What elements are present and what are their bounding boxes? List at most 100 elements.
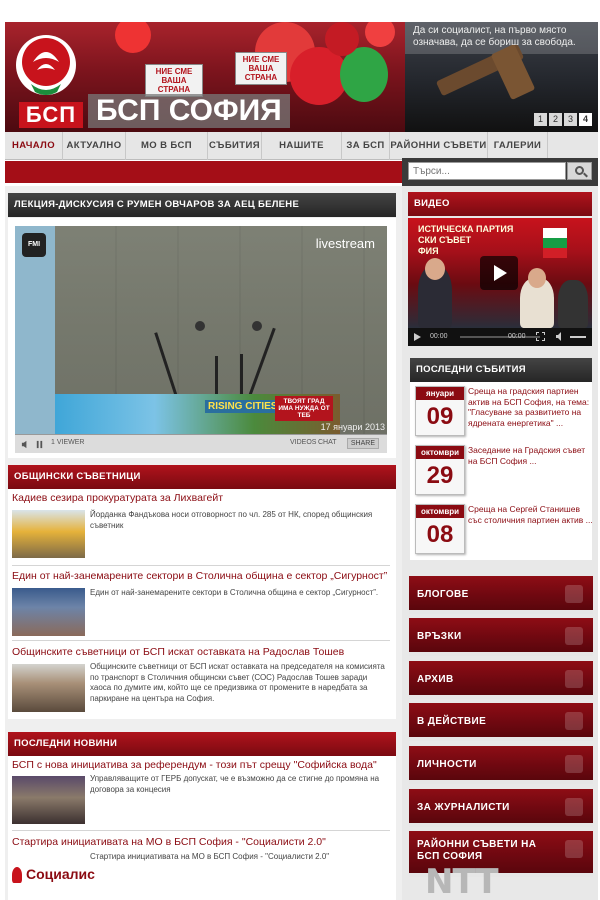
video-ad-overlay[interactable]: RISING CITIES ТВОЯТ ГРАД ИМА НУЖДА ОТ ТЕ… (55, 394, 340, 434)
slider-page-button[interactable]: 3 (564, 113, 577, 126)
article-thumbnail[interactable] (12, 664, 85, 712)
calendar-icon: януари 09 (415, 386, 465, 436)
video-date: 17 януари 2013 (320, 422, 385, 432)
slider-page-button[interactable]: 4 (579, 113, 592, 126)
player-controls: 1 VIEWER VIDEOS CHAT SHARE (15, 434, 387, 453)
event-day: 09 (426, 403, 454, 430)
divider (12, 640, 390, 641)
nav-item[interactable]: НАЧАЛО (5, 132, 63, 160)
video-heading: ВИДЕО (408, 192, 592, 216)
play-button[interactable] (480, 256, 518, 290)
rose-icon (565, 755, 583, 773)
event-title[interactable]: Заседание на Градския съвет на БСП София… (468, 445, 596, 466)
nav-item[interactable]: НАШИТЕ ЛИДЕРИ (262, 132, 342, 179)
event-month: януари (416, 387, 464, 400)
socialisti-logo[interactable]: Социалис (12, 866, 95, 884)
event-day: 29 (426, 462, 454, 489)
menu-label: ВРЪЗКИ (417, 631, 462, 642)
protest-banner: НИЕ СМЕ ВАША СТРАНА (145, 64, 203, 97)
nav-item[interactable]: АКТУАЛНО (63, 132, 126, 160)
article-title[interactable]: Един от най-занемарените сектори в Столи… (12, 570, 387, 582)
sidebar-video-frame[interactable]: ИСТИЧЕСКА ПАРТИЯ СКИ СЪВЕТ ФИЯ (408, 218, 592, 328)
ad-note: ТВОЯТ ГРАД ИМА НУЖДА ОТ ТЕБ (275, 396, 333, 421)
event-month: октомври (416, 446, 464, 459)
socialisti-logo-text: Социалис (26, 866, 95, 882)
video-time-current: 00:00 (430, 333, 448, 340)
menu-archive[interactable]: АРХИВ (409, 661, 593, 699)
menu-links[interactable]: ВРЪЗКИ (409, 618, 593, 656)
link-icon (565, 627, 583, 645)
videos-tab[interactable]: VIDEOS (290, 439, 316, 446)
rose-icon (565, 712, 583, 730)
divider (12, 565, 390, 566)
nav-item[interactable]: РАЙОННИ СЪВЕТИ (390, 132, 488, 160)
event-item[interactable]: януари 09 Среща на градския партиен акти… (415, 386, 593, 436)
nav-item[interactable]: СЪБИТИЯ (208, 132, 262, 160)
video-player[interactable]: FMI livestream RISING CITIES ТВОЯТ ГРАД … (15, 226, 387, 453)
event-title[interactable]: Среща на Сергей Станишев със столичния п… (468, 504, 596, 525)
event-item[interactable]: октомври 29 Заседание на Градския съвет … (415, 445, 593, 495)
menu-in-action[interactable]: В ДЕЙСТВИЕ (409, 703, 593, 741)
slider-page-button[interactable]: 1 (534, 113, 547, 126)
divider (12, 830, 390, 831)
archive-icon (565, 670, 583, 688)
nav-item[interactable]: ГАЛЕРИИ (488, 132, 548, 160)
councilors-heading: ОБЩИНСКИ СЪВЕТНИЦИ (8, 465, 396, 489)
search-button[interactable] (567, 162, 592, 180)
calendar-icon: октомври 08 (415, 504, 465, 554)
rose-icon (565, 840, 583, 858)
article-title[interactable]: Стартира инициативата на МО в БСП София … (12, 836, 326, 848)
search-input[interactable] (408, 162, 566, 180)
fullscreen-icon[interactable] (536, 332, 545, 341)
lecture-heading: ЛЕКЦИЯ-ДИСКУСИЯ С РУМЕН ОВЧАРОВ ЗА АЕЦ Б… (8, 193, 396, 217)
viewer-count: 1 VIEWER (51, 439, 85, 446)
volume-icon[interactable] (21, 440, 30, 449)
menu-label: АРХИВ (417, 674, 454, 685)
events-heading: ПОСЛЕДНИ СЪБИТИЯ (410, 358, 592, 382)
speech-bubble-icon (565, 585, 583, 603)
menu-label: БЛОГОВЕ (417, 589, 469, 600)
nav-subbar (5, 161, 402, 183)
article-thumbnail[interactable] (12, 588, 85, 636)
pause-icon[interactable] (35, 440, 44, 449)
article-summary: Общинските съветници от БСП искат оставк… (90, 662, 385, 703)
menu-journalists[interactable]: ЗА ЖУРНАЛИСТИ (409, 789, 593, 827)
article-title[interactable]: Общинските съветници от БСП искат оставк… (12, 646, 344, 658)
play-icon[interactable] (414, 333, 421, 341)
slider-page-button[interactable]: 2 (549, 113, 562, 126)
nav-item[interactable]: ЗА БСП (342, 132, 390, 160)
video-scene-text: ИСТИЧЕСКА ПАРТИЯ СКИ СЪВЕТ ФИЯ (418, 224, 514, 256)
bsp-logo[interactable]: БСП (11, 32, 83, 128)
volume-icon[interactable] (556, 332, 566, 341)
article-summary: Управляващите от ГЕРБ допускат, че е въз… (90, 774, 380, 794)
article-thumbnail[interactable] (12, 776, 85, 824)
rose-icon (12, 867, 22, 884)
ntt-watermark: NTT (425, 862, 499, 900)
menu-blogs[interactable]: БЛОГОВЕ (409, 576, 593, 614)
menu-label: В ДЕЙСТВИЕ (417, 716, 487, 727)
video-time-total: 00:00 (508, 333, 526, 340)
menu-label: ЛИЧНОСТИ (417, 759, 477, 770)
sidebar-video-player[interactable]: ИСТИЧЕСКА ПАРТИЯ СКИ СЪВЕТ ФИЯ 00:00 00:00 (408, 218, 592, 346)
header-slider: Да си социалист, на първо място означава… (405, 22, 598, 132)
logo-text: БСП (19, 102, 83, 128)
flag-image (543, 228, 567, 258)
menu-personalities[interactable]: ЛИЧНОСТИ (409, 746, 593, 784)
article-title[interactable]: БСП с нова инициатива за референдум - то… (12, 759, 377, 771)
article-thumbnail[interactable] (12, 510, 85, 558)
article-title[interactable]: Кадиев сезира прокуратурата за Лихвагейт (12, 492, 223, 504)
channel-badge: FMI (22, 233, 46, 257)
calendar-icon: октомври 29 (415, 445, 465, 495)
share-button[interactable]: SHARE (346, 438, 379, 449)
livestream-logo: livestream (315, 236, 375, 251)
site-header: НИЕ СМЕ ВАША СТРАНА НИЕ СМЕ ВАША СТРАНА … (5, 22, 598, 132)
main-navigation: НАЧАЛОАКТУАЛНОМО В БСП СОФИЯСЪБИТИЯНАШИТ… (5, 132, 598, 179)
site-title: БСП СОФИЯ (88, 94, 290, 128)
menu-label: РАЙОННИ СЪВЕТИ НА БСП СОФИЯ (417, 839, 537, 862)
sidebar-video-controls: 00:00 00:00 (408, 328, 592, 346)
event-item[interactable]: октомври 08 Среща на Сергей Станишев със… (415, 504, 593, 554)
chat-tab[interactable]: CHAT (318, 439, 337, 446)
video-frame[interactable]: FMI livestream RISING CITIES ТВОЯТ ГРАД … (15, 226, 387, 434)
nav-item[interactable]: МО В БСП СОФИЯ (126, 132, 208, 179)
event-title[interactable]: Среща на градския партиен актив на БСП С… (468, 386, 596, 428)
